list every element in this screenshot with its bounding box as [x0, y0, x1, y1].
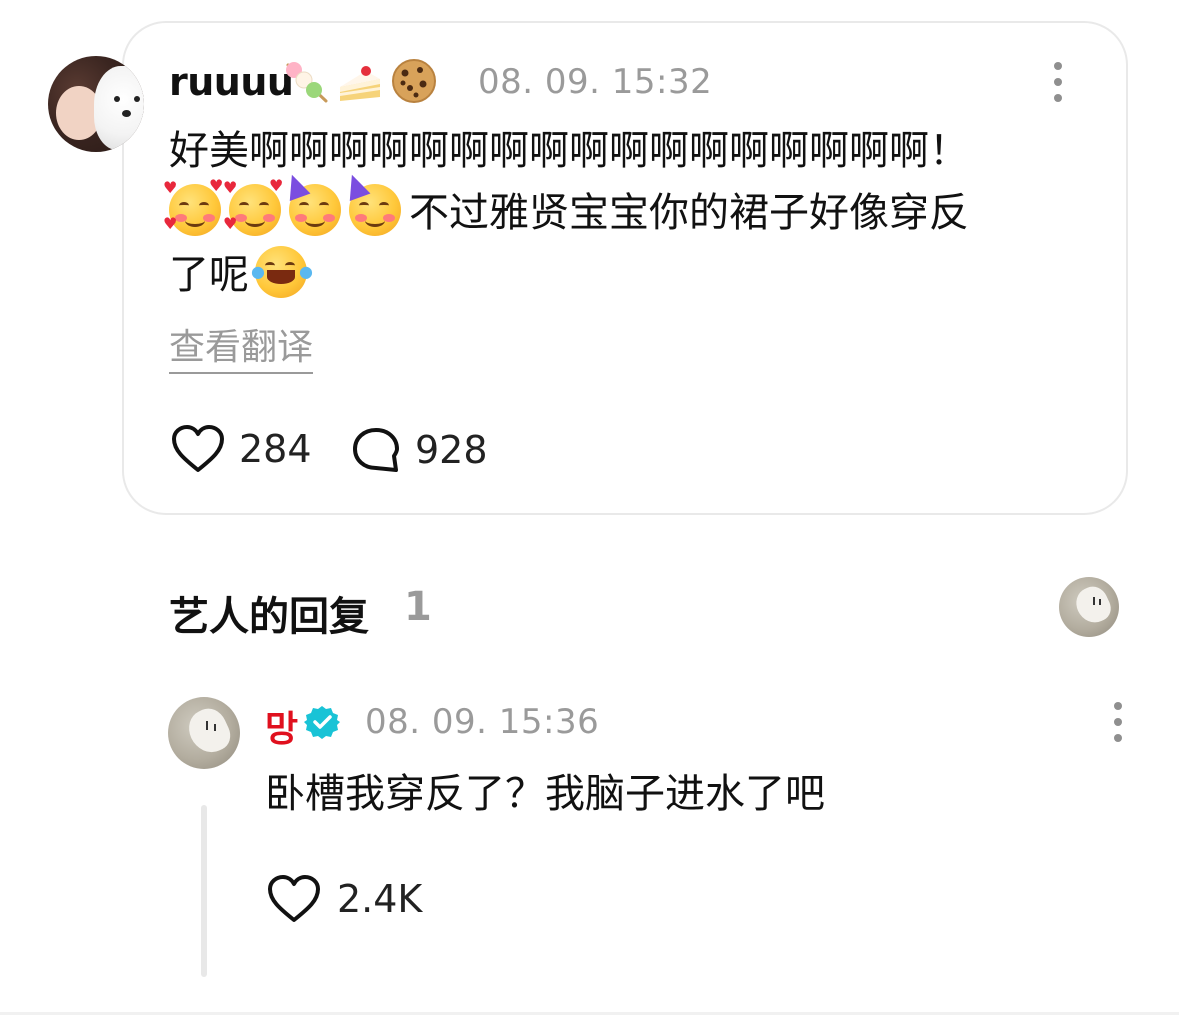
reply-like-button[interactable]: 2.4K — [267, 874, 422, 924]
dango-icon — [282, 57, 330, 105]
comment-more-icon[interactable] — [1053, 62, 1063, 102]
heart-icon — [172, 425, 224, 472]
smiling-face-with-hearts-icon: ♥ ♥ ♥ — [223, 178, 283, 236]
artist-username[interactable]: 망 — [265, 700, 298, 752]
reply-like-count: 2.4K — [337, 877, 423, 921]
comment-like-count: 284 — [239, 427, 312, 471]
comment-text-line: 了呢 — [169, 252, 249, 298]
smiling-face-with-hearts-icon: ♥ ♥ ♥ — [163, 178, 223, 236]
commenter-avatar[interactable] — [48, 56, 144, 152]
heart-icon — [268, 875, 320, 922]
partying-face-icon — [341, 170, 401, 236]
rolling-on-floor-laughing-icon: ● ● — [251, 246, 313, 298]
artist-mini-avatar[interactable] — [1059, 577, 1119, 637]
artist-avatar[interactable] — [168, 697, 240, 769]
comment-text: 好美啊啊啊啊啊啊啊啊啊啊啊啊啊啊啊啊啊！ ♥ ♥ ♥ ♥ ♥ ♥ 不过雅贤宝宝你… — [163, 120, 1069, 306]
thread-line — [201, 805, 207, 977]
comment-text-line-end: 了呢 ● ● — [169, 244, 1069, 306]
artist-reply-count: 1 — [404, 584, 432, 630]
comment-text-line: 不过雅贤宝宝你的裙子好像穿反 — [409, 190, 969, 236]
comment-text-line-emoji: ♥ ♥ ♥ ♥ ♥ ♥ 不过雅贤宝宝你的裙子好像穿反 — [163, 170, 1069, 244]
verified-badge-icon — [304, 706, 340, 739]
partying-face-icon — [281, 170, 341, 236]
cookie-icon — [390, 57, 438, 105]
username-emojis — [282, 56, 438, 106]
comment-timestamp: 08. 09. 15:32 — [478, 62, 713, 102]
reply-text: 卧槽我穿反了？我脑子进水了吧 — [265, 771, 825, 817]
artist-reply-title: 艺人的回复 — [169, 594, 369, 640]
see-translation-link[interactable]: 查看翻译 — [169, 326, 314, 374]
speech-bubble-icon — [353, 428, 399, 472]
comment-text-line: 好美啊啊啊啊啊啊啊啊啊啊啊啊啊啊啊啊啊！ — [169, 128, 969, 174]
comment-reply-count: 928 — [415, 428, 488, 472]
comment-reply-button[interactable]: 928 — [351, 426, 488, 474]
cake-icon — [336, 57, 384, 105]
reply-more-icon[interactable] — [1113, 702, 1123, 742]
commenter-username[interactable]: ruuuu — [169, 60, 294, 104]
comment-like-button[interactable]: 284 — [171, 424, 312, 474]
reply-timestamp: 08. 09. 15:36 — [365, 702, 600, 742]
